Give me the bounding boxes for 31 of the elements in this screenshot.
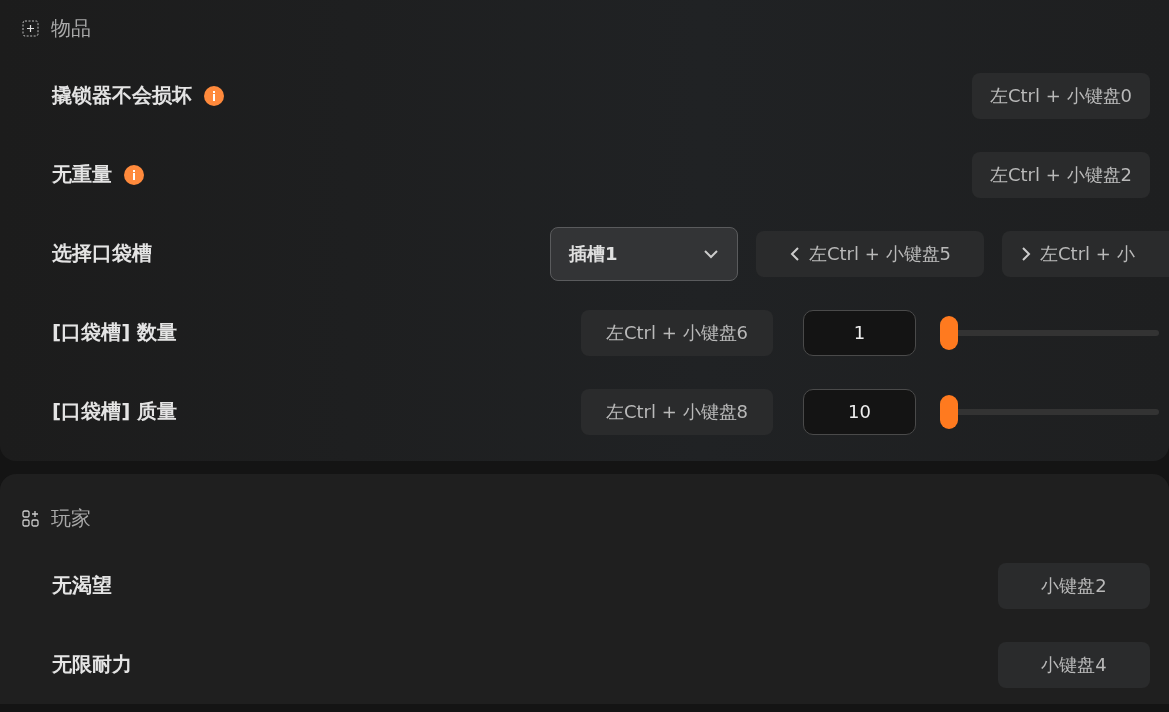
slider[interactable] (940, 315, 1159, 350)
chevron-left-icon (789, 245, 801, 262)
slider-thumb[interactable] (940, 394, 958, 429)
slider[interactable] (940, 394, 1159, 429)
slot-dropdown[interactable]: 插槽1 (550, 226, 738, 281)
next-hotkey-button[interactable]: 左Ctrl + 小 (1002, 230, 1169, 277)
apps-icon (22, 509, 39, 527)
add-icon (22, 19, 39, 37)
number-field[interactable]: 10 (803, 388, 916, 435)
hotkey-button[interactable]: 小键盘2 (998, 562, 1150, 609)
setting-label: 选择口袋槽 (52, 240, 152, 267)
setting-label: 无限耐力 (52, 651, 132, 678)
hotkey-button[interactable]: 左Ctrl + 小键盘0 (972, 72, 1150, 119)
hotkey-button[interactable]: 左Ctrl + 小键盘6 (581, 309, 773, 356)
hotkey-button[interactable]: 左Ctrl + 小键盘8 (581, 388, 773, 435)
setting-label: 无重量 (52, 161, 112, 188)
setting-label: [口袋槽] 数量 (52, 319, 178, 346)
setting-label: [口袋槽] 质量 (52, 398, 178, 425)
section-title: 玩家 (51, 504, 91, 532)
hotkey-button[interactable]: 小键盘4 (998, 641, 1150, 688)
previous-hotkey-button[interactable]: 左Ctrl + 小键盘5 (756, 230, 984, 277)
chevron-right-icon (1020, 245, 1032, 262)
chevron-down-icon (703, 248, 719, 259)
info-icon[interactable] (124, 164, 144, 185)
setting-label: 撬锁器不会损坏 (52, 82, 192, 109)
info-icon[interactable] (204, 85, 224, 106)
number-field[interactable]: 1 (803, 309, 916, 356)
hotkey-button[interactable]: 左Ctrl + 小键盘2 (972, 151, 1150, 198)
setting-label: 无渴望 (52, 572, 112, 599)
section-title: 物品 (51, 14, 91, 42)
slider-thumb[interactable] (940, 315, 958, 350)
